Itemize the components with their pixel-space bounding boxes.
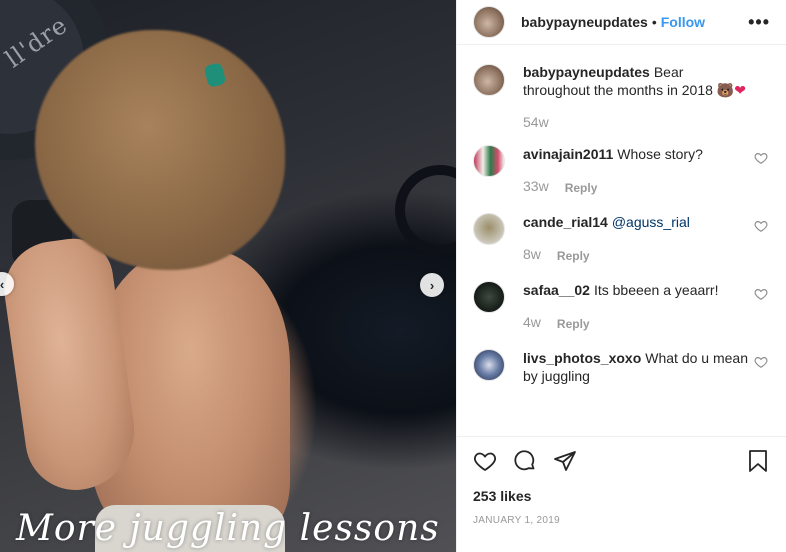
heart-icon[interactable] [473,449,497,473]
small-heart-icon[interactable] [754,151,768,165]
post-date[interactable]: JANUARY 1, 2019 [473,515,770,526]
comment-username[interactable]: cande_rial14 [523,214,608,230]
post-caption: babypayneupdates Bear throughout the mont… [473,64,770,131]
comment-item: livs_photos_xoxo What do u mean by juggli… [473,349,770,385]
avatar[interactable] [473,145,505,177]
comment-time[interactable]: 33w [523,177,549,197]
action-icons [473,449,770,473]
avatar[interactable] [473,64,505,96]
reply-button[interactable]: Reply [565,177,598,197]
comment-mention[interactable]: @aguss_rial [612,214,690,230]
reply-button[interactable]: Reply [557,245,590,265]
paper-plane-icon[interactable] [553,449,577,473]
header-separator: • [651,14,657,30]
comment-item: cande_rial14 @aguss_rial 8w Reply [473,213,770,265]
photo-steering-wheel [395,165,456,255]
avatar[interactable] [473,281,505,313]
comment-text: Its bbeeen a yeaarr! [593,282,719,298]
comment-username[interactable]: safaa__02 [523,282,590,298]
comment-item: avinajain2011 Whose story? 33w Reply [473,145,770,197]
caption-time[interactable]: 54w [523,113,549,131]
comment-item: safaa__02 Its bbeeen a yeaarr! 4w Reply [473,281,770,333]
comment-time[interactable]: 8w [523,245,541,265]
header-username[interactable]: babypayneupdates [521,14,648,30]
comments-list: babypayneupdates Bear throughout the mont… [473,64,770,385]
likes-count[interactable]: 253 likes [473,488,770,504]
photo-child-hair [35,30,285,270]
caption-username[interactable]: babypayneupdates [523,64,650,80]
post-photo[interactable]: ll'dre More juggling lessons [0,0,456,552]
avatar[interactable] [473,213,505,245]
small-heart-icon[interactable] [754,219,768,233]
comment-username[interactable]: livs_photos_xoxo [523,350,641,366]
photo-caption-text: More juggling lessons [16,508,440,549]
small-heart-icon[interactable] [754,355,768,369]
follow-button[interactable]: Follow [661,14,705,30]
small-heart-icon[interactable] [754,287,768,301]
avatar[interactable] [473,6,505,38]
post-side-panel: babypayneupdates • Follow ••• babypayneu… [456,0,786,552]
post-actions: 253 likes JANUARY 1, 2019 [457,436,786,526]
avatar[interactable] [473,349,505,381]
bear-emoji: 🐻 [716,82,735,98]
reply-button[interactable]: Reply [557,313,590,333]
comment-bubble-icon[interactable] [513,449,537,473]
comment-username[interactable]: avinajain2011 [523,146,613,162]
comment-time[interactable]: 4w [523,313,541,333]
bookmark-icon[interactable] [746,449,770,473]
photo-child-arm [0,233,142,497]
more-options-icon[interactable]: ••• [748,12,770,33]
post-header: babypayneupdates • Follow ••• [457,0,786,45]
chevron-right-icon[interactable]: › [420,273,444,297]
heart-emoji: ❤ [734,82,746,98]
comment-text: Whose story? [617,146,703,162]
